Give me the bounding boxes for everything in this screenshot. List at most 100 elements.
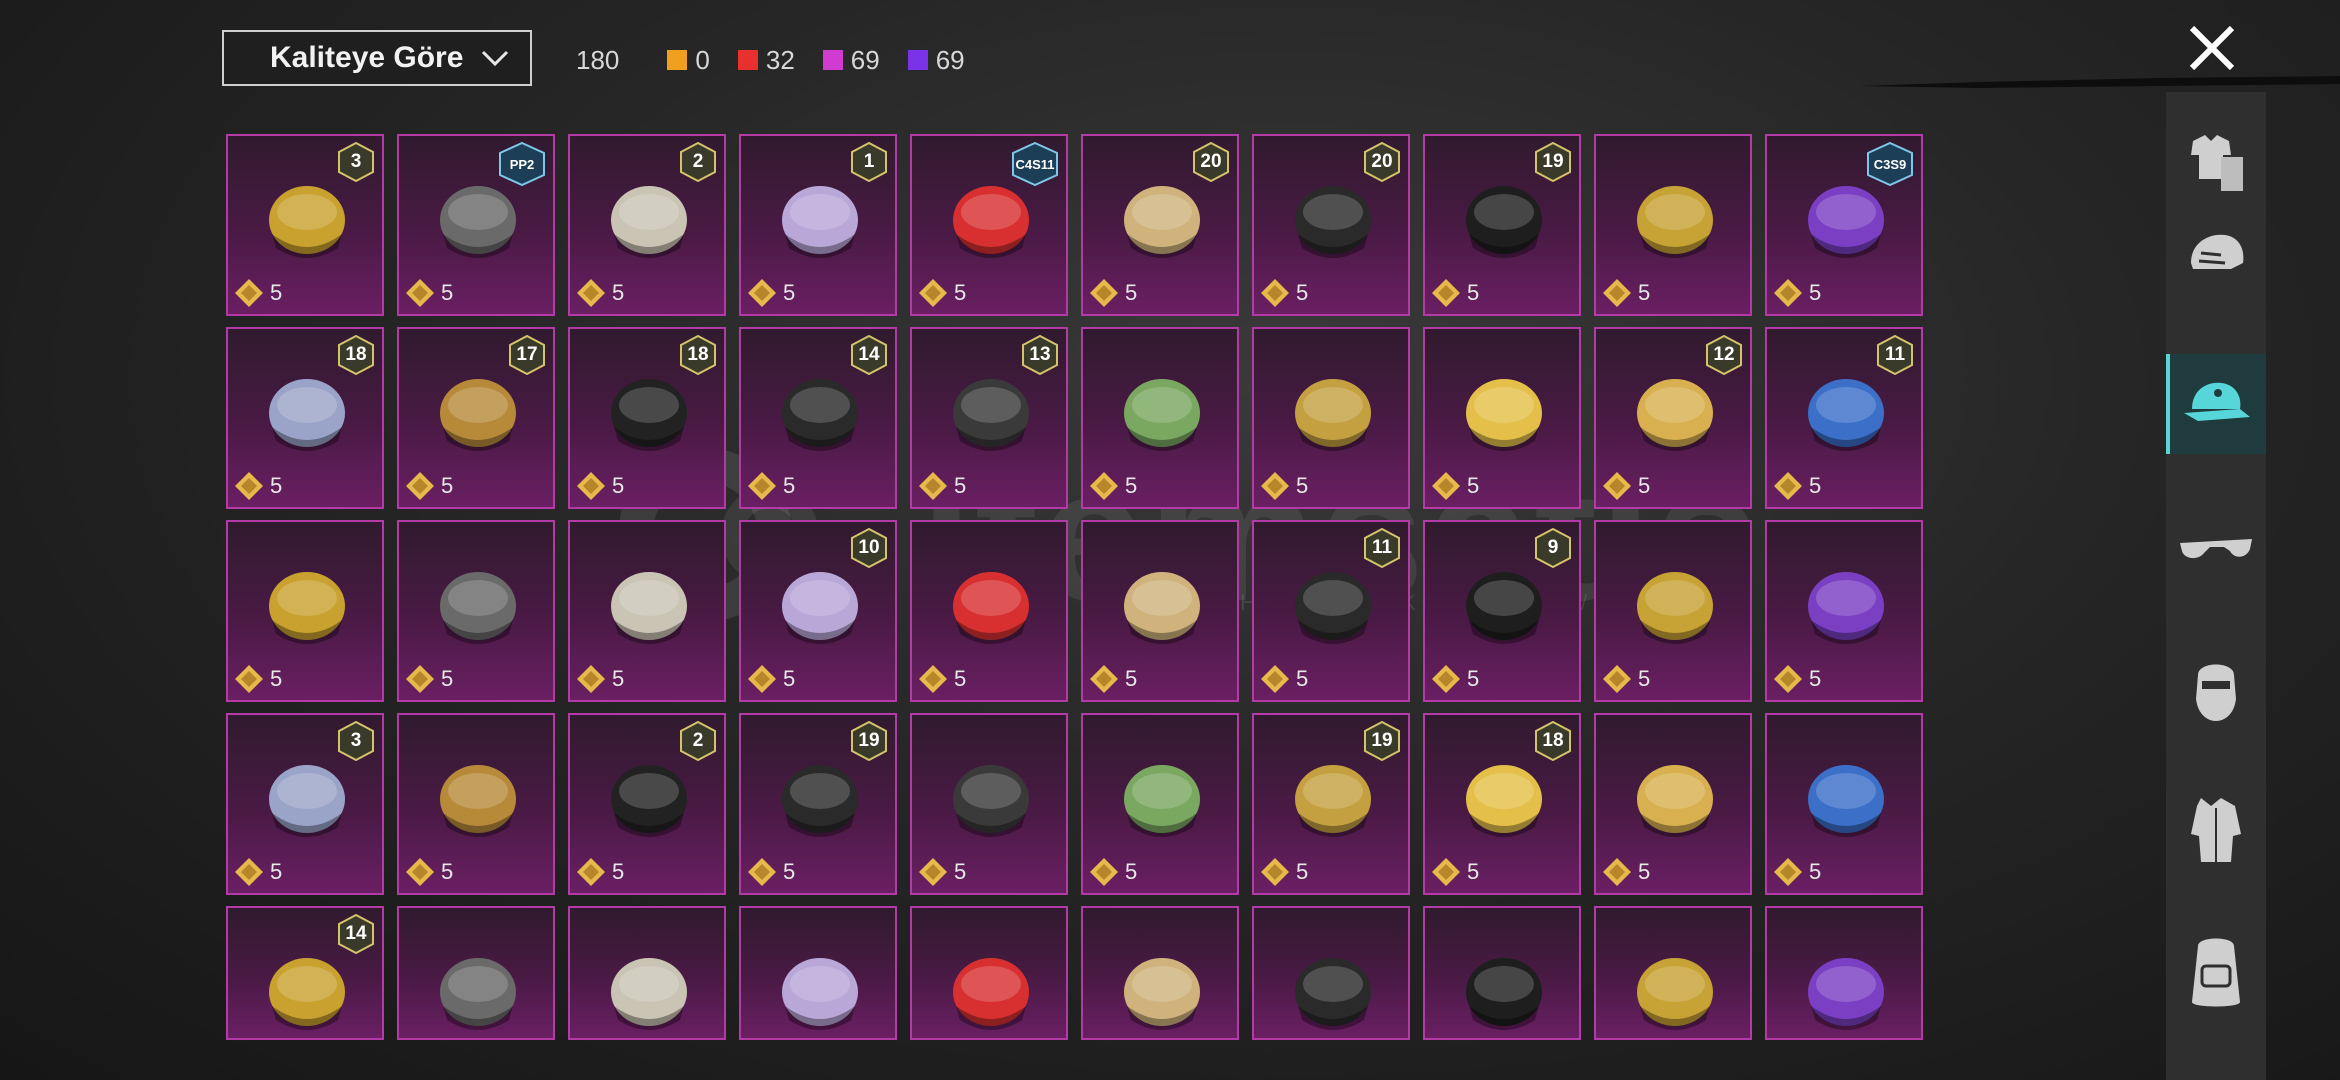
item-card[interactable]: 25 (568, 134, 726, 316)
tier-badge-label: 3 (350, 730, 362, 751)
item-card[interactable]: 95 (1423, 520, 1581, 702)
item-price: 5 (1431, 278, 1479, 308)
item-card[interactable]: 5 (226, 520, 384, 702)
item-card[interactable]: 19 5 (1252, 713, 1410, 895)
sidebar-item-cap[interactable] (2166, 354, 2266, 454)
coin-icon (235, 665, 263, 693)
tier-badge-label: 13 (1029, 344, 1051, 365)
coin-icon (748, 279, 776, 307)
rarity-count-epic: 32 (737, 45, 795, 76)
item-card[interactable]: 5 (1081, 327, 1239, 509)
coin-icon (919, 472, 947, 500)
item-price: 5 (1773, 664, 1821, 694)
green-frill-hat-icon (1124, 379, 1200, 451)
item-card[interactable]: 18 5 (568, 327, 726, 509)
item-card[interactable] (1594, 906, 1752, 1040)
item-card[interactable]: 5 (1765, 713, 1923, 895)
item-price: 5 (918, 857, 966, 887)
sidebar-item-helmet[interactable] (2166, 208, 2266, 308)
coin-icon (1432, 665, 1460, 693)
item-card[interactable]: 15 (739, 134, 897, 316)
item-card[interactable]: 5 (568, 520, 726, 702)
item-price: 5 (1773, 278, 1821, 308)
dreadlock-mask-icon (611, 958, 687, 1030)
item-card[interactable]: 12 5 (1594, 327, 1752, 509)
sidebar-item-glasses[interactable] (2166, 500, 2266, 600)
item-card[interactable]: 5 (397, 520, 555, 702)
tier-badge-label: 2 (692, 151, 704, 172)
visor-helmet-icon (1124, 958, 1200, 1030)
item-price: 5 (918, 664, 966, 694)
item-card[interactable]: 17 5 (397, 327, 555, 509)
item-card[interactable]: 35 (226, 713, 384, 895)
item-card[interactable] (397, 906, 555, 1040)
item-card[interactable]: 5 (1081, 713, 1239, 895)
item-card[interactable]: 10 5 (739, 520, 897, 702)
item-card[interactable] (568, 906, 726, 1040)
item-card[interactable]: 5 (1765, 520, 1923, 702)
item-price: 5 (405, 278, 453, 308)
item-card[interactable]: 35 (226, 134, 384, 316)
item-card[interactable]: 19 5 (739, 713, 897, 895)
item-card[interactable] (1765, 906, 1923, 1040)
rarity-swatch (907, 50, 928, 70)
item-card[interactable]: 5 (397, 713, 555, 895)
item-card[interactable]: 5 (910, 520, 1068, 702)
item-price: 5 (1089, 471, 1137, 501)
item-price: 5 (405, 664, 453, 694)
item-card[interactable] (1081, 906, 1239, 1040)
coin-icon (1774, 665, 1802, 693)
doll-head-icon (1124, 765, 1200, 837)
item-card[interactable]: PP2 5 (397, 134, 555, 316)
cap-icon (2184, 382, 2250, 421)
item-card[interactable]: 5 (1594, 713, 1752, 895)
item-price-value: 5 (270, 473, 283, 498)
item-card[interactable]: 18 5 (226, 327, 384, 509)
item-price: 5 (1431, 471, 1479, 501)
item-card[interactable]: 11 5 (1765, 327, 1923, 509)
witch-hat-icon (440, 958, 516, 1030)
sidebar-item-mask[interactable] (2166, 640, 2266, 740)
item-card[interactable]: 11 5 (1252, 520, 1410, 702)
sidebar-item-outfit[interactable] (2166, 112, 2266, 212)
sidebar-item-backpack[interactable] (2166, 922, 2266, 1022)
item-card[interactable] (910, 906, 1068, 1040)
coin-icon (577, 858, 605, 886)
rarity-swatch (737, 50, 758, 70)
item-card[interactable]: 18 5 (1423, 713, 1581, 895)
sort-dropdown-label: Kaliteye Göre (270, 41, 464, 74)
sidebar-item-jacket[interactable] (2166, 780, 2266, 880)
item-card[interactable]: 5 (1423, 327, 1581, 509)
item-price-value: 5 (1125, 666, 1138, 691)
item-price-value: 5 (441, 473, 454, 498)
tier-badge: 14 (851, 335, 887, 375)
item-card[interactable]: 25 (568, 713, 726, 895)
item-card[interactable]: 14 5 (739, 327, 897, 509)
sort-dropdown[interactable]: Kaliteye Göre (222, 30, 532, 86)
item-card[interactable] (739, 906, 897, 1040)
tier-badge: 2 (680, 721, 716, 761)
item-card[interactable]: 5 (910, 713, 1068, 895)
item-card[interactable]: 5 (1594, 134, 1752, 316)
tier-badge: 18 (1535, 721, 1571, 761)
item-card[interactable]: 20 5 (1081, 134, 1239, 316)
item-price-value: 5 (1125, 859, 1138, 884)
tier-badge-label: 18 (1542, 730, 1564, 751)
item-card[interactable] (1252, 906, 1410, 1040)
item-price: 5 (747, 471, 795, 501)
item-card[interactable] (1423, 906, 1581, 1040)
item-card[interactable]: C4S11 5 (910, 134, 1068, 316)
item-card[interactable]: 5 (1081, 520, 1239, 702)
wrapped-headpiece-icon (440, 572, 516, 644)
tier-badge-label: 14 (345, 923, 367, 944)
item-card[interactable]: 20 5 (1252, 134, 1410, 316)
item-card[interactable]: 13 5 (910, 327, 1068, 509)
item-card[interactable]: 5 (1252, 327, 1410, 509)
item-card[interactable]: 19 5 (1423, 134, 1581, 316)
item-card[interactable]: 5 (1594, 520, 1752, 702)
close-icon (2189, 25, 2235, 71)
close-button[interactable] (2182, 18, 2242, 78)
item-card[interactable]: C3S9 5 (1765, 134, 1923, 316)
item-price: 5 (1260, 278, 1308, 308)
item-card[interactable]: 14 (226, 906, 384, 1040)
